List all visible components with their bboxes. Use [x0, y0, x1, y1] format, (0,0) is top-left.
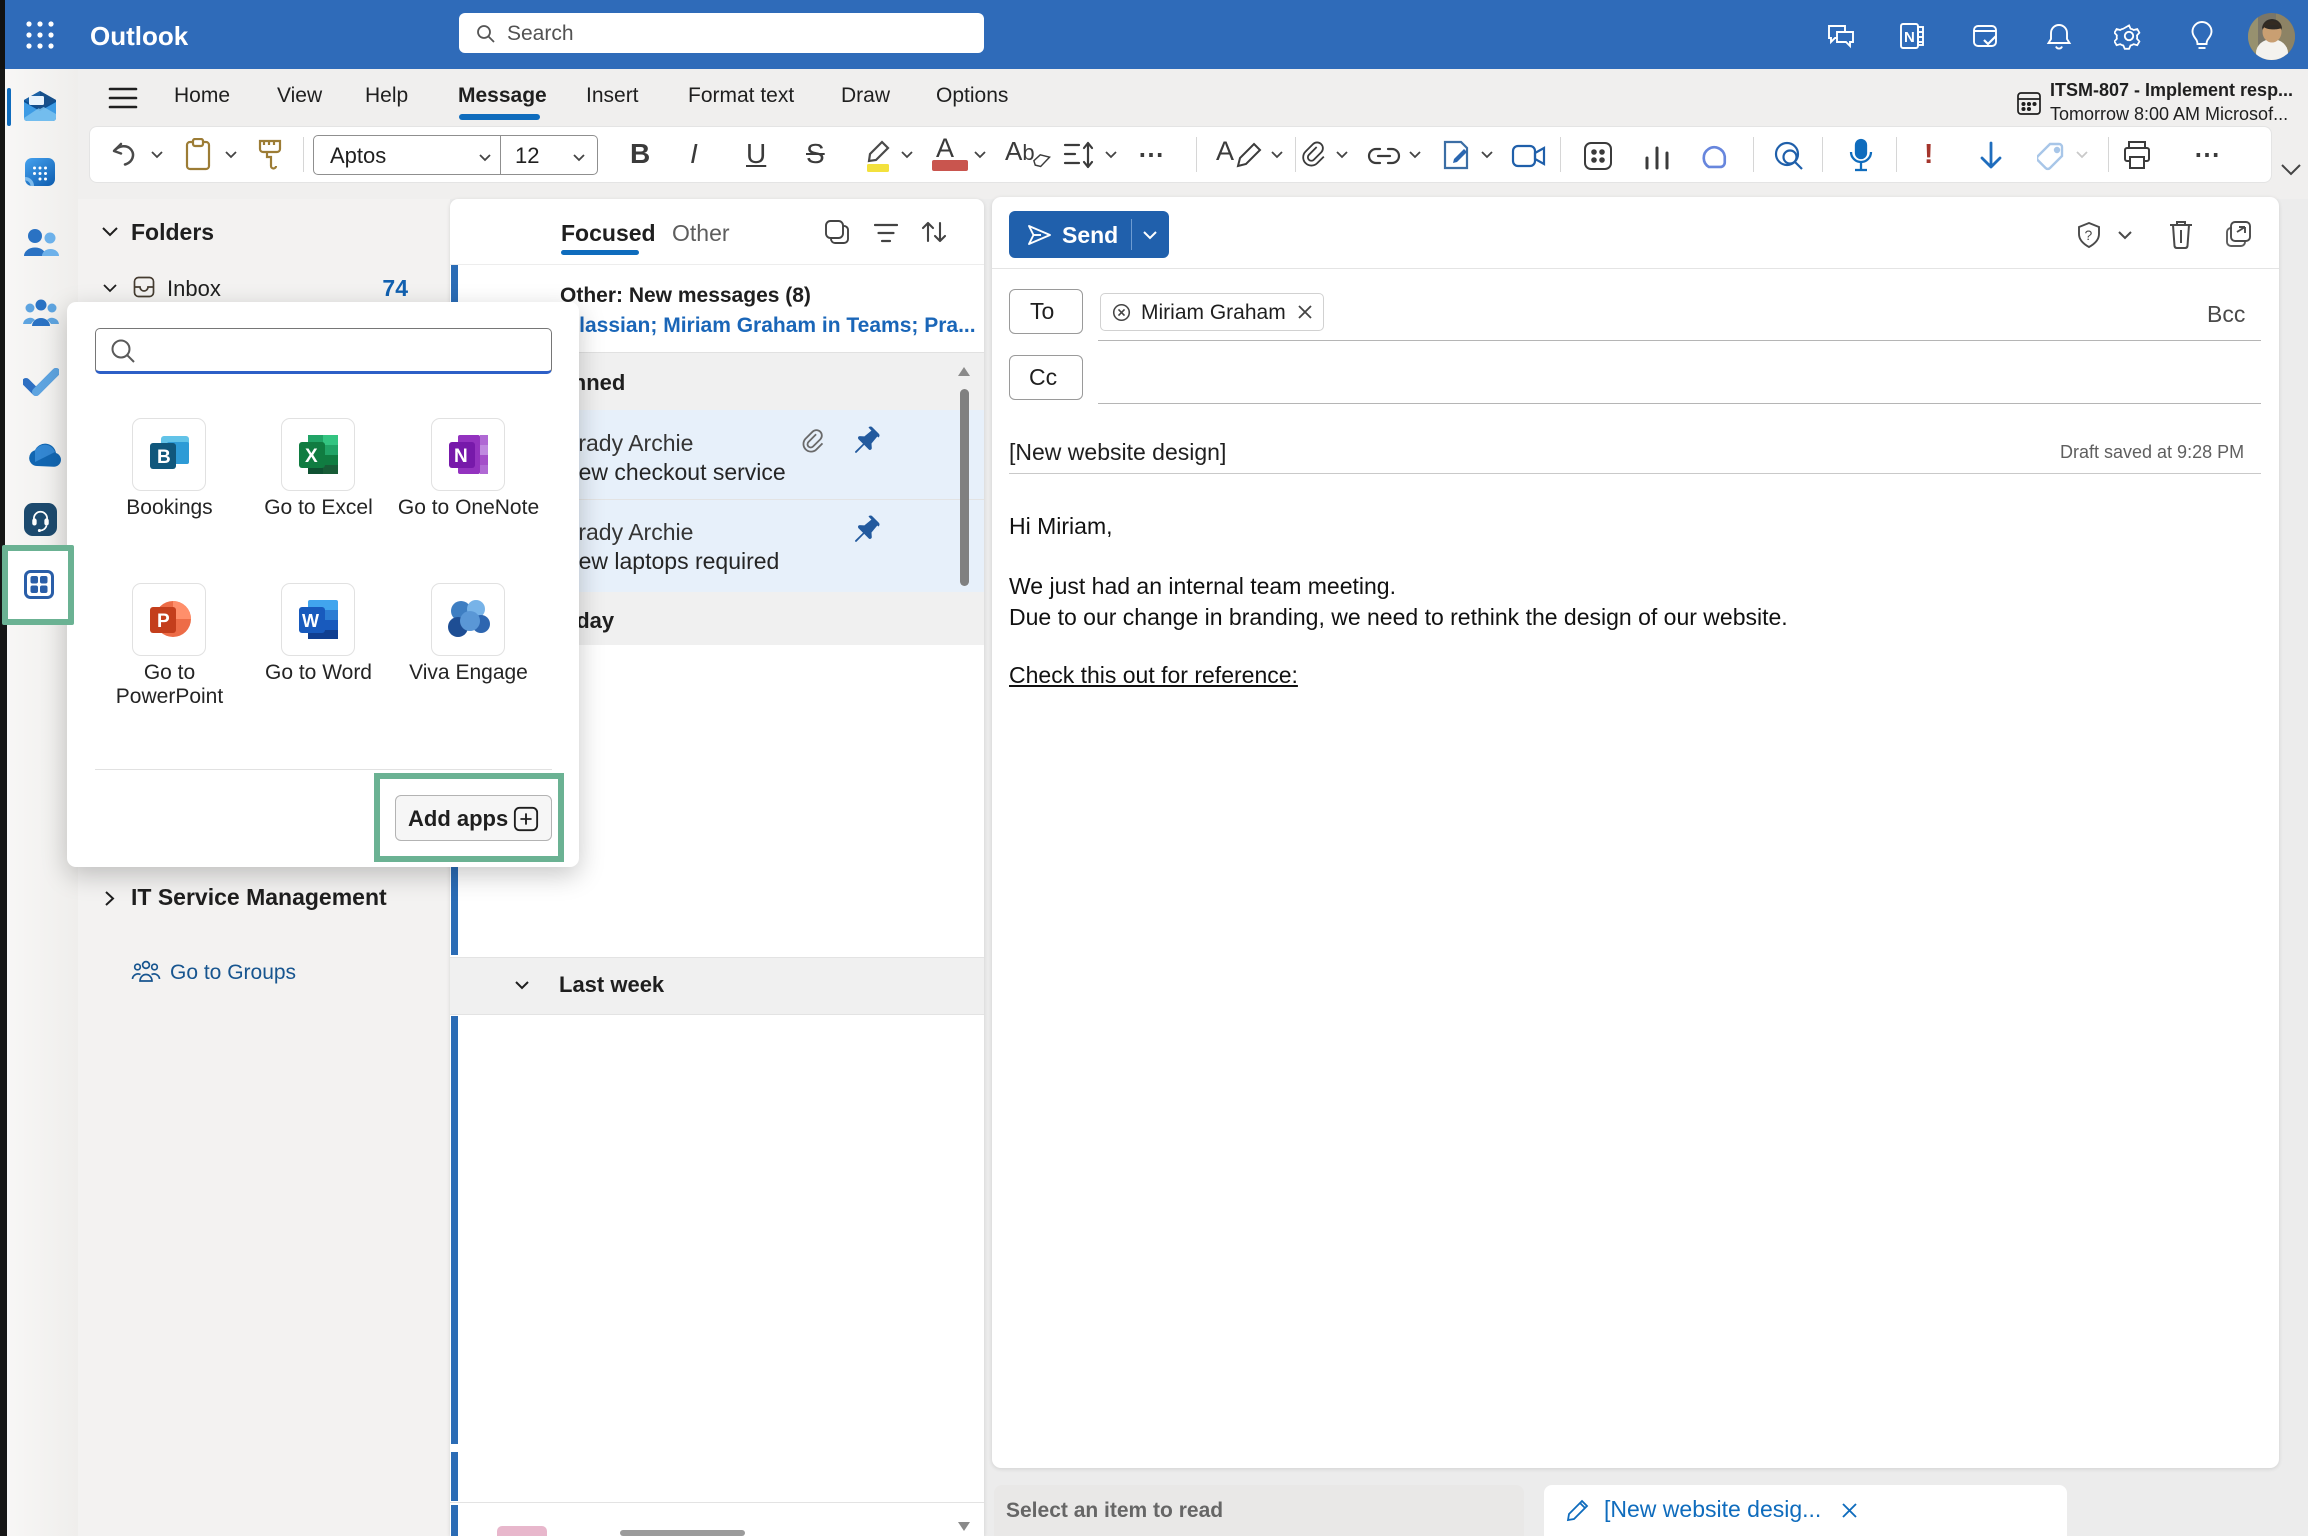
svg-text:N: N [454, 446, 468, 467]
svg-text:B: B [157, 447, 171, 468]
svg-text:P: P [157, 611, 170, 632]
svg-text:X: X [305, 446, 318, 467]
svg-text:W: W [302, 611, 319, 631]
svg-text:N: N [1904, 29, 1915, 46]
svg-text:?: ? [2085, 227, 2093, 243]
